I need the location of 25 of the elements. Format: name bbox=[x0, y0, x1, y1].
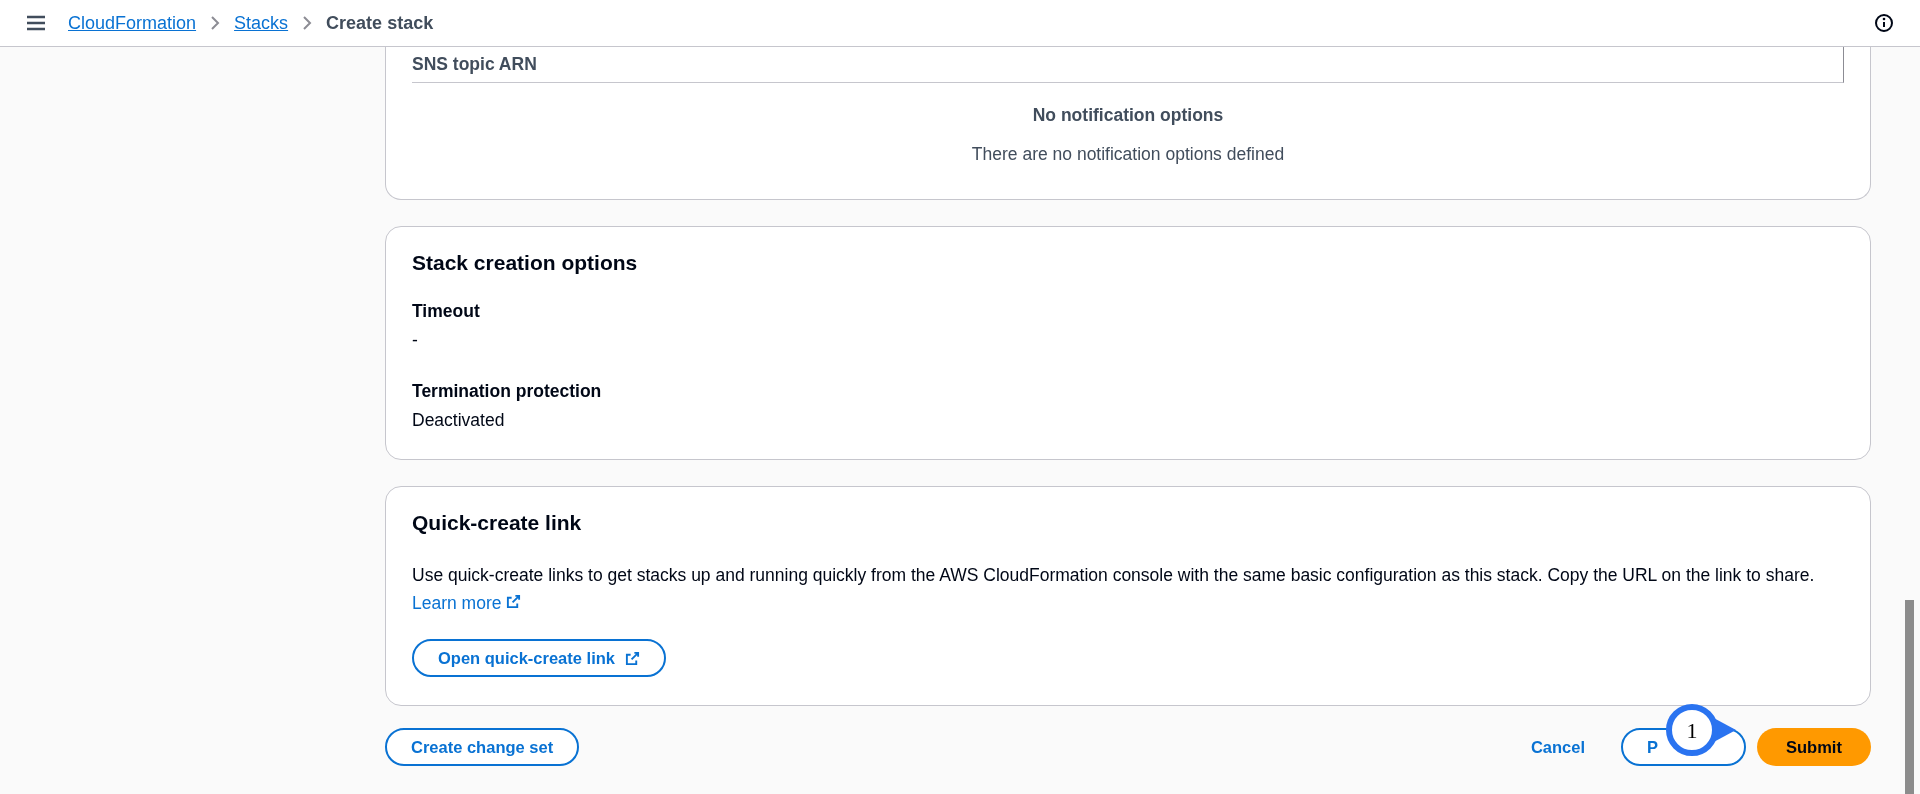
info-icon[interactable] bbox=[1874, 13, 1894, 33]
menu-icon[interactable] bbox=[26, 15, 46, 31]
empty-title: No notification options bbox=[1032, 105, 1224, 126]
breadcrumb-link[interactable]: CloudFormation bbox=[68, 12, 197, 34]
card-title: Stack creation options bbox=[412, 251, 639, 275]
open-quick-create-link-button[interactable]: Open quick-create link bbox=[412, 639, 666, 677]
field-value: Deactivated bbox=[412, 410, 506, 431]
empty-text: There are no notification options defined bbox=[971, 144, 1285, 165]
create-change-set-button[interactable]: Create change set bbox=[385, 728, 580, 766]
chevron-right-icon bbox=[210, 16, 221, 30]
cancel-button[interactable]: Cancel bbox=[1520, 728, 1595, 766]
breadcrumb-current: Create stack bbox=[326, 12, 434, 34]
external-link-icon bbox=[506, 594, 522, 609]
description-text: Use quick-create links to get stacks up and running quickly from the AWS CloudFormation console with the same basic configuration as this stack. Copy the URL on the link to share. Learn more bbox=[412, 564, 1816, 615]
card-title: Quick-create link bbox=[412, 511, 583, 535]
submit-button[interactable]: Submit bbox=[1757, 728, 1871, 766]
chevron-right-icon bbox=[302, 16, 313, 30]
scrollbar-thumb[interactable] bbox=[1905, 600, 1914, 794]
field-value: - bbox=[412, 330, 419, 351]
external-link-icon bbox=[625, 650, 640, 666]
column-header: SNS topic ARN bbox=[412, 47, 1844, 83]
breadcrumb-link[interactable]: Stacks bbox=[234, 12, 289, 34]
field-label: Termination protection bbox=[412, 381, 603, 402]
learn-more-link[interactable]: Learn more bbox=[412, 593, 522, 613]
field-label: Timeout bbox=[412, 301, 481, 322]
